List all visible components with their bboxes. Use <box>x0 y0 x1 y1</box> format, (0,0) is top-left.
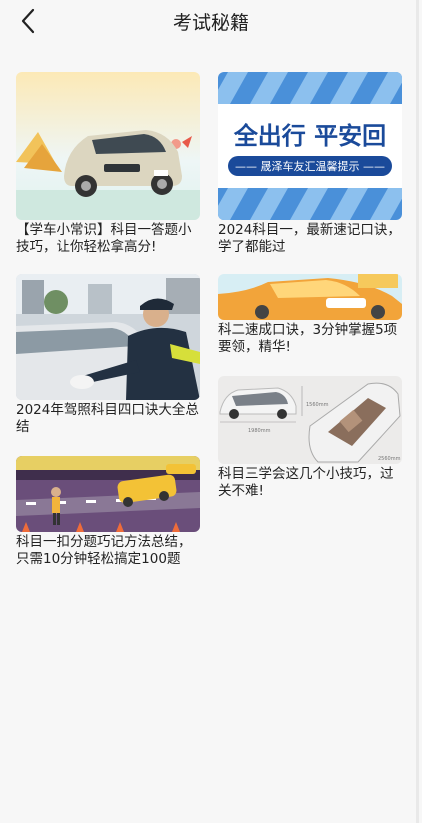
article-card-4[interactable]: 全出行 平安回 —— 晟泽车友汇温馨提示 —— 2024科目一，最新速记口诀，学… <box>218 72 402 256</box>
left-column: 【学车小常识】科目一答题小技巧，让你轻松拿高分! 2024年驾照科目四口诀大全总… <box>16 72 200 574</box>
banner-subtitle: —— 晟泽车友汇温馨提示 —— <box>235 159 385 173</box>
article-title: 2024年驾照科目四口诀大全总结 <box>16 402 199 435</box>
dimension-label: 1980mm <box>248 428 271 434</box>
article-card-2[interactable]: 2024年驾照科目四口诀大全总结 <box>16 274 200 454</box>
article-card-1[interactable]: 【学车小常识】科目一答题小技巧，让你轻松拿高分! <box>16 72 200 267</box>
article-title: 2024科目一，最新速记口诀，学了都能过 <box>218 222 401 255</box>
banner-title: 全出行 平安回 <box>233 122 386 150</box>
article-thumbnail: 全出行 平安回 —— 晟泽车友汇温馨提示 —— <box>218 72 402 220</box>
article-card-3[interactable]: 科目一扣分题巧记方法总结，只需10分钟轻松搞定100题 <box>16 456 200 574</box>
article-title: 【学车小常识】科目一答题小技巧，让你轻松拿高分! <box>16 222 192 255</box>
article-title: 科目一扣分题巧记方法总结，只需10分钟轻松搞定100题 <box>16 534 192 567</box>
dimension-label: 1560mm <box>306 402 329 408</box>
right-column: 全出行 平安回 —— 晟泽车友汇温馨提示 —— 2024科目一，最新速记口诀，学… <box>218 72 402 506</box>
article-thumbnail <box>16 274 200 400</box>
article-card-5[interactable]: 科二速成口诀，3分钟掌握5项要领，精华! <box>218 274 402 372</box>
article-card-6[interactable]: 1980mm 1560mm 2560mm 科目三学会这几个小技巧，过关不难! <box>218 376 402 506</box>
article-title: 科二速成口诀，3分钟掌握5项要领，精华! <box>218 322 398 355</box>
article-title: 科目三学会这几个小技巧，过关不难! <box>218 466 394 499</box>
edge-shadow <box>416 0 419 823</box>
article-thumbnail <box>16 456 200 532</box>
article-thumbnail <box>218 274 402 320</box>
dimension-label: 2560mm <box>378 456 401 462</box>
nav-header: 考试秘籍 <box>0 0 422 44</box>
article-thumbnail <box>16 72 200 220</box>
page-title: 考试秘籍 <box>172 12 249 34</box>
article-thumbnail: 1980mm 1560mm 2560mm <box>218 376 402 464</box>
